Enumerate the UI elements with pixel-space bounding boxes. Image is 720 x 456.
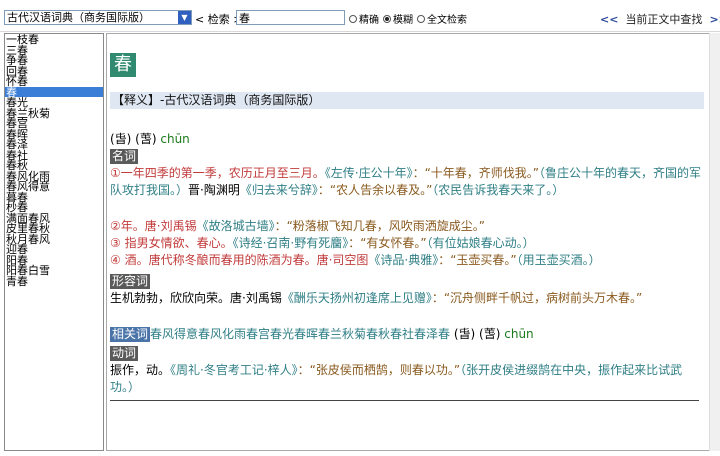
dictionary-select[interactable]: 古代汉语词典（商务国际版） ▼ (4, 10, 192, 25)
radio-fuzzy-icon[interactable] (383, 14, 391, 23)
noun-sense-4: ④ 酒。唐代称冬酿而春用的陈酒为春。唐·司空图《诗品·典雅》：“玉壶买春。”（用… (110, 252, 702, 269)
noun-sense-2-text: ②年。唐·刘禹锡 (110, 219, 197, 233)
radio-fulltext-label: 全文检索 (427, 15, 467, 26)
verb-sense: 振作，动。《周礼·冬官考工记·梓人》：“张皮侯而栖鹄，则春以功。”（张开皮侯进缀… (110, 362, 702, 396)
noun-sense-4-quote: ：“玉壶买春。” (438, 253, 517, 267)
noun-sense-3: ③ 指男女情欲、春心。《诗经·召南·野有死麕》：“有女怀春。”（有位姑娘春心动。… (110, 235, 702, 252)
verb-tag-line: 动词 (110, 345, 139, 361)
radio-fuzzy-label: 模糊 (393, 15, 413, 26)
noun-sense-1-author: 晋·陶渊明 (188, 183, 240, 197)
related-tag: 相关词 (110, 327, 151, 342)
radio-fulltext-icon[interactable] (417, 14, 425, 23)
toolbar: 古代汉语词典（商务国际版） ▼ < 检索 > 精确 模糊 全文检索 << 当前正… (0, 0, 720, 32)
related-tail-pinyin: chūn (504, 327, 534, 341)
list-item[interactable]: 春风得意 (5, 181, 103, 192)
radio-fuzzy[interactable]: 模糊 (383, 11, 413, 26)
word-list[interactable]: 一枝春 三春 争春 回春 怀春春春光 春兰秋菊 春宫 春晖 春泽 春社 春秋 春风化雨 春风得意 暮春 杪春… (4, 33, 104, 451)
noun-sense-1-note-2: （农民告诉我春天来了。） (432, 183, 565, 197)
radio-exact-label: 精确 (359, 15, 379, 26)
list-item[interactable]: 阳春白雪 (5, 265, 103, 276)
bottom-divider (110, 400, 699, 401)
adj-sense-source: 《酬乐天扬州初逢席上见赠》 (281, 291, 432, 305)
pinyin-line: (旾) (萅) chūn (110, 131, 190, 147)
related-words[interactable]: 春风得意春风化雨春宫春光春晖春兰秋菊春秋春社春泽春 (150, 327, 450, 341)
noun-sense-4-note: （用玉壶买酒。） (516, 253, 601, 267)
verb-sense-quote: ：“张皮侯而栖鹄，则春以功。” (297, 363, 461, 377)
list-item[interactable]: 春泽 (5, 139, 103, 150)
list-item[interactable]: 迎春 (5, 244, 103, 255)
list-item[interactable]: 春秋 (5, 160, 103, 171)
noun-sense-3-source: 《诗经·召南·野有死麕》 (232, 236, 349, 250)
noun-sense-3-text: ③ 指男女情欲、春心。 (110, 236, 233, 250)
list-item[interactable]: 青春 (5, 276, 103, 287)
list-item[interactable]: 皮里春秋 (5, 223, 103, 234)
radio-exact[interactable]: 精确 (349, 11, 379, 26)
source-header: 【释义】-古代汉语词典（商务国际版） (110, 92, 704, 109)
noun-tag-line: 名词 (110, 148, 139, 164)
adj-sense: 生机勃勃，欣欣向荣。唐·刘禹锡《酬乐天扬州初逢席上见赠》：“沉舟侧畔千帆过，病树… (110, 290, 702, 307)
adj-tag-line: 形容词 (110, 273, 151, 289)
noun-sense-3-quote: ：“有女怀春。” (348, 236, 427, 250)
noun-sense-4-text: ④ 酒。唐代称冬酿而春用的陈酒为春。唐·司空图 (110, 253, 369, 267)
noun-sense-2-quote: ：“粉落椒飞知几春，风吹雨洒旋成尘。” (274, 219, 486, 233)
noun-sense-4-source: 《诗品·典雅》 (368, 253, 439, 267)
entry-content: 春 【释义】-古代汉语词典（商务国际版） (旾) (萅) chūn 名词 ①一年… (106, 33, 710, 451)
noun-sense-1-quote: ：“十年春，齐师伐我。” (412, 166, 540, 180)
noun-sense-1-text: ①一年四季的第一季，农历正月至三月。 (110, 166, 325, 180)
radio-fulltext[interactable]: 全文检索 (417, 11, 467, 26)
adj-tag: 形容词 (110, 274, 151, 289)
find-next-button[interactable]: >> (709, 13, 720, 26)
search-input[interactable] (236, 10, 345, 25)
find-in-text-bar: << 当前正文中查找 >> (600, 11, 720, 27)
related-line: 相关词 春风得意春风化雨春宫春光春晖春兰秋菊春秋春社春泽春 (旾) (萅) chū… (110, 326, 534, 342)
chevron-down-icon[interactable]: ▼ (178, 11, 191, 24)
noun-sense-2-source: 《故洛城古墙》 (196, 219, 275, 233)
content-scrollbar[interactable] (709, 33, 720, 451)
find-in-text-label[interactable]: 当前正文中查找 (625, 13, 702, 26)
pinyin-prefix: (旾) (萅) (110, 132, 157, 146)
dictionary-select-value: 古代汉语词典（商务国际版） (7, 11, 150, 24)
find-prev-button[interactable]: << (600, 13, 618, 26)
related-tail-prefix: (旾) (萅) (453, 327, 501, 341)
verb-sense-source: 《周礼·冬官考工记·梓人》 (170, 363, 298, 377)
noun-sense-3-note: （有位姑娘春心动。） (426, 236, 535, 250)
list-item[interactable]: 杪春 (5, 202, 103, 213)
noun-sense-1-source-2: 《归去来兮辞》 (239, 183, 318, 197)
list-item[interactable]: 一枝春 (5, 34, 103, 45)
noun-sense-2: ②年。唐·刘禹锡《故洛城古墙》：“粉落椒飞知几春，风吹雨洒旋成尘。” (110, 218, 702, 235)
verb-sense-text: 振作，动。 (110, 363, 171, 377)
pinyin: chūn (160, 132, 190, 146)
radio-exact-icon[interactable] (349, 14, 357, 23)
list-item[interactable]: 春光 (5, 97, 103, 108)
list-item[interactable]: 春宫 (5, 118, 103, 129)
headword-badge: 春 (110, 53, 136, 77)
noun-tag: 名词 (110, 149, 139, 164)
noun-sense-1: ①一年四季的第一季，农历正月至三月。《左传·庄公十年》：“十年春，齐师伐我。” （… (110, 165, 702, 199)
adj-sense-text: 生机勃勃，欣欣向荣。唐·刘禹锡 (110, 291, 282, 305)
noun-sense-1-source: 《左传·庄公十年》 (324, 166, 413, 180)
verb-tag: 动词 (110, 346, 139, 361)
list-item[interactable]: 争春 (5, 55, 103, 66)
noun-sense-1-quote-2: ：“农人告余以春及。” (317, 183, 433, 197)
list-item[interactable]: 怀春 (5, 76, 103, 87)
adj-sense-quote: ：“沉舟侧畔千帆过，病树前头万木春。” (431, 291, 643, 305)
